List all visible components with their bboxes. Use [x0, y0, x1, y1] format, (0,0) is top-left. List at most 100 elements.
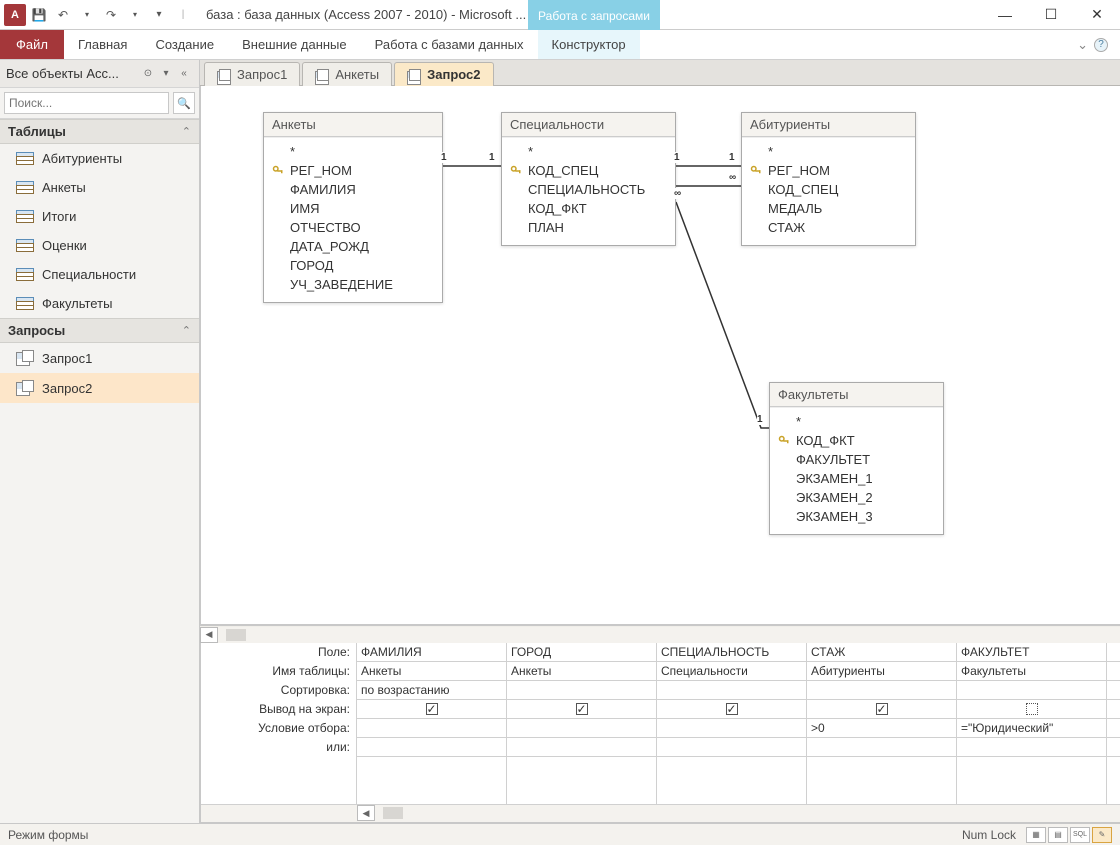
ribbon-tab[interactable]: Работа с базами данных: [361, 30, 538, 59]
nav-header-dropdown-icon[interactable]: ⊙: [139, 65, 157, 83]
field-list-row[interactable]: КОД_ФКТ: [510, 199, 667, 218]
view-datasheet-icon[interactable]: ▦: [1026, 827, 1046, 843]
field-list-row[interactable]: РЕГ_НОМ: [750, 161, 907, 180]
save-icon[interactable]: 💾: [28, 4, 50, 26]
field-list-row[interactable]: ФАКУЛЬТЕТ: [778, 450, 935, 469]
nav-header-menu-icon[interactable]: ▾: [157, 65, 175, 83]
file-tab[interactable]: Файл: [0, 30, 64, 59]
close-button[interactable]: ✕: [1074, 0, 1120, 30]
nav-group-header[interactable]: Запросы⌃: [0, 318, 199, 343]
scroll-left-icon[interactable]: ◀: [200, 627, 218, 643]
field-list-row[interactable]: ПЛАН: [510, 218, 667, 237]
grid-cell[interactable]: Факультеты: [957, 662, 1106, 681]
field-list-row[interactable]: КОД_СПЕЦ: [510, 161, 667, 180]
view-form-icon[interactable]: ▤: [1048, 827, 1068, 843]
grid-scroll-left-icon[interactable]: ◀: [357, 805, 375, 821]
grid-cell[interactable]: [957, 681, 1106, 700]
query-diagram-pane[interactable]: Анкеты*РЕГ_НОМФАМИЛИЯИМЯОТЧЕСТВОДАТА_РОЖ…: [200, 86, 1120, 625]
ribbon-collapse-icon[interactable]: ⌄: [1077, 37, 1088, 53]
undo-icon[interactable]: ↶: [52, 4, 74, 26]
field-list-row[interactable]: УЧ_ЗАВЕДЕНИЕ: [272, 275, 434, 294]
field-list-row[interactable]: ЭКЗАМЕН_3: [778, 507, 935, 526]
grid-column[interactable]: СТАЖАбитуриенты >0: [807, 643, 957, 804]
document-tab[interactable]: Запрос2: [394, 62, 493, 86]
field-list[interactable]: Факультеты*КОД_ФКТФАКУЛЬТЕТЭКЗАМЕН_1ЭКЗА…: [769, 382, 944, 535]
grid-cell[interactable]: [807, 681, 956, 700]
grid-show-cell[interactable]: [957, 700, 1106, 719]
grid-cell[interactable]: СПЕЦИАЛЬНОСТЬ: [657, 643, 806, 662]
document-tab[interactable]: Запрос1: [204, 62, 300, 86]
grid-cell[interactable]: [507, 738, 656, 757]
field-list-row[interactable]: СТАЖ: [750, 218, 907, 237]
field-list-row[interactable]: КОД_ФКТ: [778, 431, 935, 450]
ribbon-tab[interactable]: Главная: [64, 30, 141, 59]
grid-show-cell[interactable]: [507, 700, 656, 719]
nav-search-input[interactable]: [4, 92, 169, 114]
grid-cell[interactable]: [957, 738, 1106, 757]
nav-group-header[interactable]: Таблицы⌃: [0, 119, 199, 144]
grid-column[interactable]: ФАМИЛИЯАнкетыпо возрастанию: [357, 643, 507, 804]
grid-cell[interactable]: [657, 719, 806, 738]
document-tab[interactable]: Анкеты: [302, 62, 392, 86]
undo-dropdown-icon[interactable]: ▾: [76, 4, 98, 26]
nav-item[interactable]: Абитуриенты: [0, 144, 199, 173]
maximize-button[interactable]: ☐: [1028, 0, 1074, 30]
field-list-row[interactable]: ФАМИЛИЯ: [272, 180, 434, 199]
grid-cell[interactable]: Абитуриенты: [807, 662, 956, 681]
checkbox-icon[interactable]: [1026, 703, 1038, 715]
diagram-hscroll[interactable]: ◀ ▶: [200, 625, 1120, 643]
checkbox-icon[interactable]: [876, 703, 888, 715]
field-list[interactable]: Абитуриенты*РЕГ_НОМКОД_СПЕЦМЕДАЛЬСТАЖ: [741, 112, 916, 246]
nav-item[interactable]: Оценки: [0, 231, 199, 260]
grid-cell[interactable]: >0: [807, 719, 956, 738]
grid-cell[interactable]: ФАМИЛИЯ: [357, 643, 506, 662]
app-icon[interactable]: A: [4, 4, 26, 26]
grid-show-cell[interactable]: [657, 700, 806, 719]
grid-show-cell[interactable]: [357, 700, 506, 719]
field-list-row[interactable]: ИМЯ: [272, 199, 434, 218]
field-list-row[interactable]: ГОРОД: [272, 256, 434, 275]
tool-tab[interactable]: Конструктор: [538, 30, 640, 59]
view-sql-icon[interactable]: SQL: [1070, 827, 1090, 843]
grid-cell[interactable]: [357, 719, 506, 738]
ribbon-tab[interactable]: Внешние данные: [228, 30, 361, 59]
field-list[interactable]: Анкеты*РЕГ_НОМФАМИЛИЯИМЯОТЧЕСТВОДАТА_РОЖ…: [263, 112, 443, 303]
field-list-row[interactable]: *: [750, 142, 907, 161]
view-design-icon[interactable]: ✎: [1092, 827, 1112, 843]
ribbon-tab[interactable]: Создание: [141, 30, 228, 59]
field-list-row[interactable]: *: [510, 142, 667, 161]
field-list[interactable]: Специальности*КОД_СПЕЦСПЕЦИАЛЬНОСТЬКОД_Ф…: [501, 112, 676, 246]
grid-column[interactable]: СПЕЦИАЛЬНОСТЬСпециальности: [657, 643, 807, 804]
checkbox-icon[interactable]: [576, 703, 588, 715]
grid-cell[interactable]: [657, 681, 806, 700]
nav-item[interactable]: Специальности: [0, 260, 199, 289]
grid-column[interactable]: ГОРОДАнкеты: [507, 643, 657, 804]
grid-cell[interactable]: ="Юридический": [957, 719, 1106, 738]
nav-header[interactable]: Все объекты Acc... ⊙ ▾ «: [0, 60, 199, 88]
field-list-row[interactable]: ДАТА_РОЖД: [272, 237, 434, 256]
grid-show-cell[interactable]: [807, 700, 956, 719]
nav-item[interactable]: Анкеты: [0, 173, 199, 202]
qat-menu-icon[interactable]: ▾: [148, 4, 170, 26]
redo-icon[interactable]: ↷: [100, 4, 122, 26]
field-list-row[interactable]: ОТЧЕСТВО: [272, 218, 434, 237]
field-list-row[interactable]: РЕГ_НОМ: [272, 161, 434, 180]
grid-column[interactable]: ФАКУЛЬТЕТФакультеты ="Юридический": [957, 643, 1107, 804]
query-design-grid[interactable]: Поле:Имя таблицы:Сортировка:Вывод на экр…: [200, 643, 1120, 823]
grid-cell[interactable]: СТАЖ: [807, 643, 956, 662]
field-list-row[interactable]: ЭКЗАМЕН_1: [778, 469, 935, 488]
field-list-row[interactable]: *: [272, 142, 434, 161]
grid-cell[interactable]: Анкеты: [507, 662, 656, 681]
grid-cell[interactable]: [657, 738, 806, 757]
nav-collapse-icon[interactable]: «: [175, 65, 193, 83]
checkbox-icon[interactable]: [726, 703, 738, 715]
help-icon[interactable]: ?: [1094, 38, 1108, 52]
redo-dropdown-icon[interactable]: ▾: [124, 4, 146, 26]
grid-cell[interactable]: ФАКУЛЬТЕТ: [957, 643, 1106, 662]
grid-cell[interactable]: [807, 738, 956, 757]
grid-cell[interactable]: [507, 719, 656, 738]
field-list-row[interactable]: МЕДАЛЬ: [750, 199, 907, 218]
field-list-row[interactable]: КОД_СПЕЦ: [750, 180, 907, 199]
search-icon[interactable]: 🔍: [173, 92, 195, 114]
nav-item[interactable]: Запрос2: [0, 373, 199, 403]
